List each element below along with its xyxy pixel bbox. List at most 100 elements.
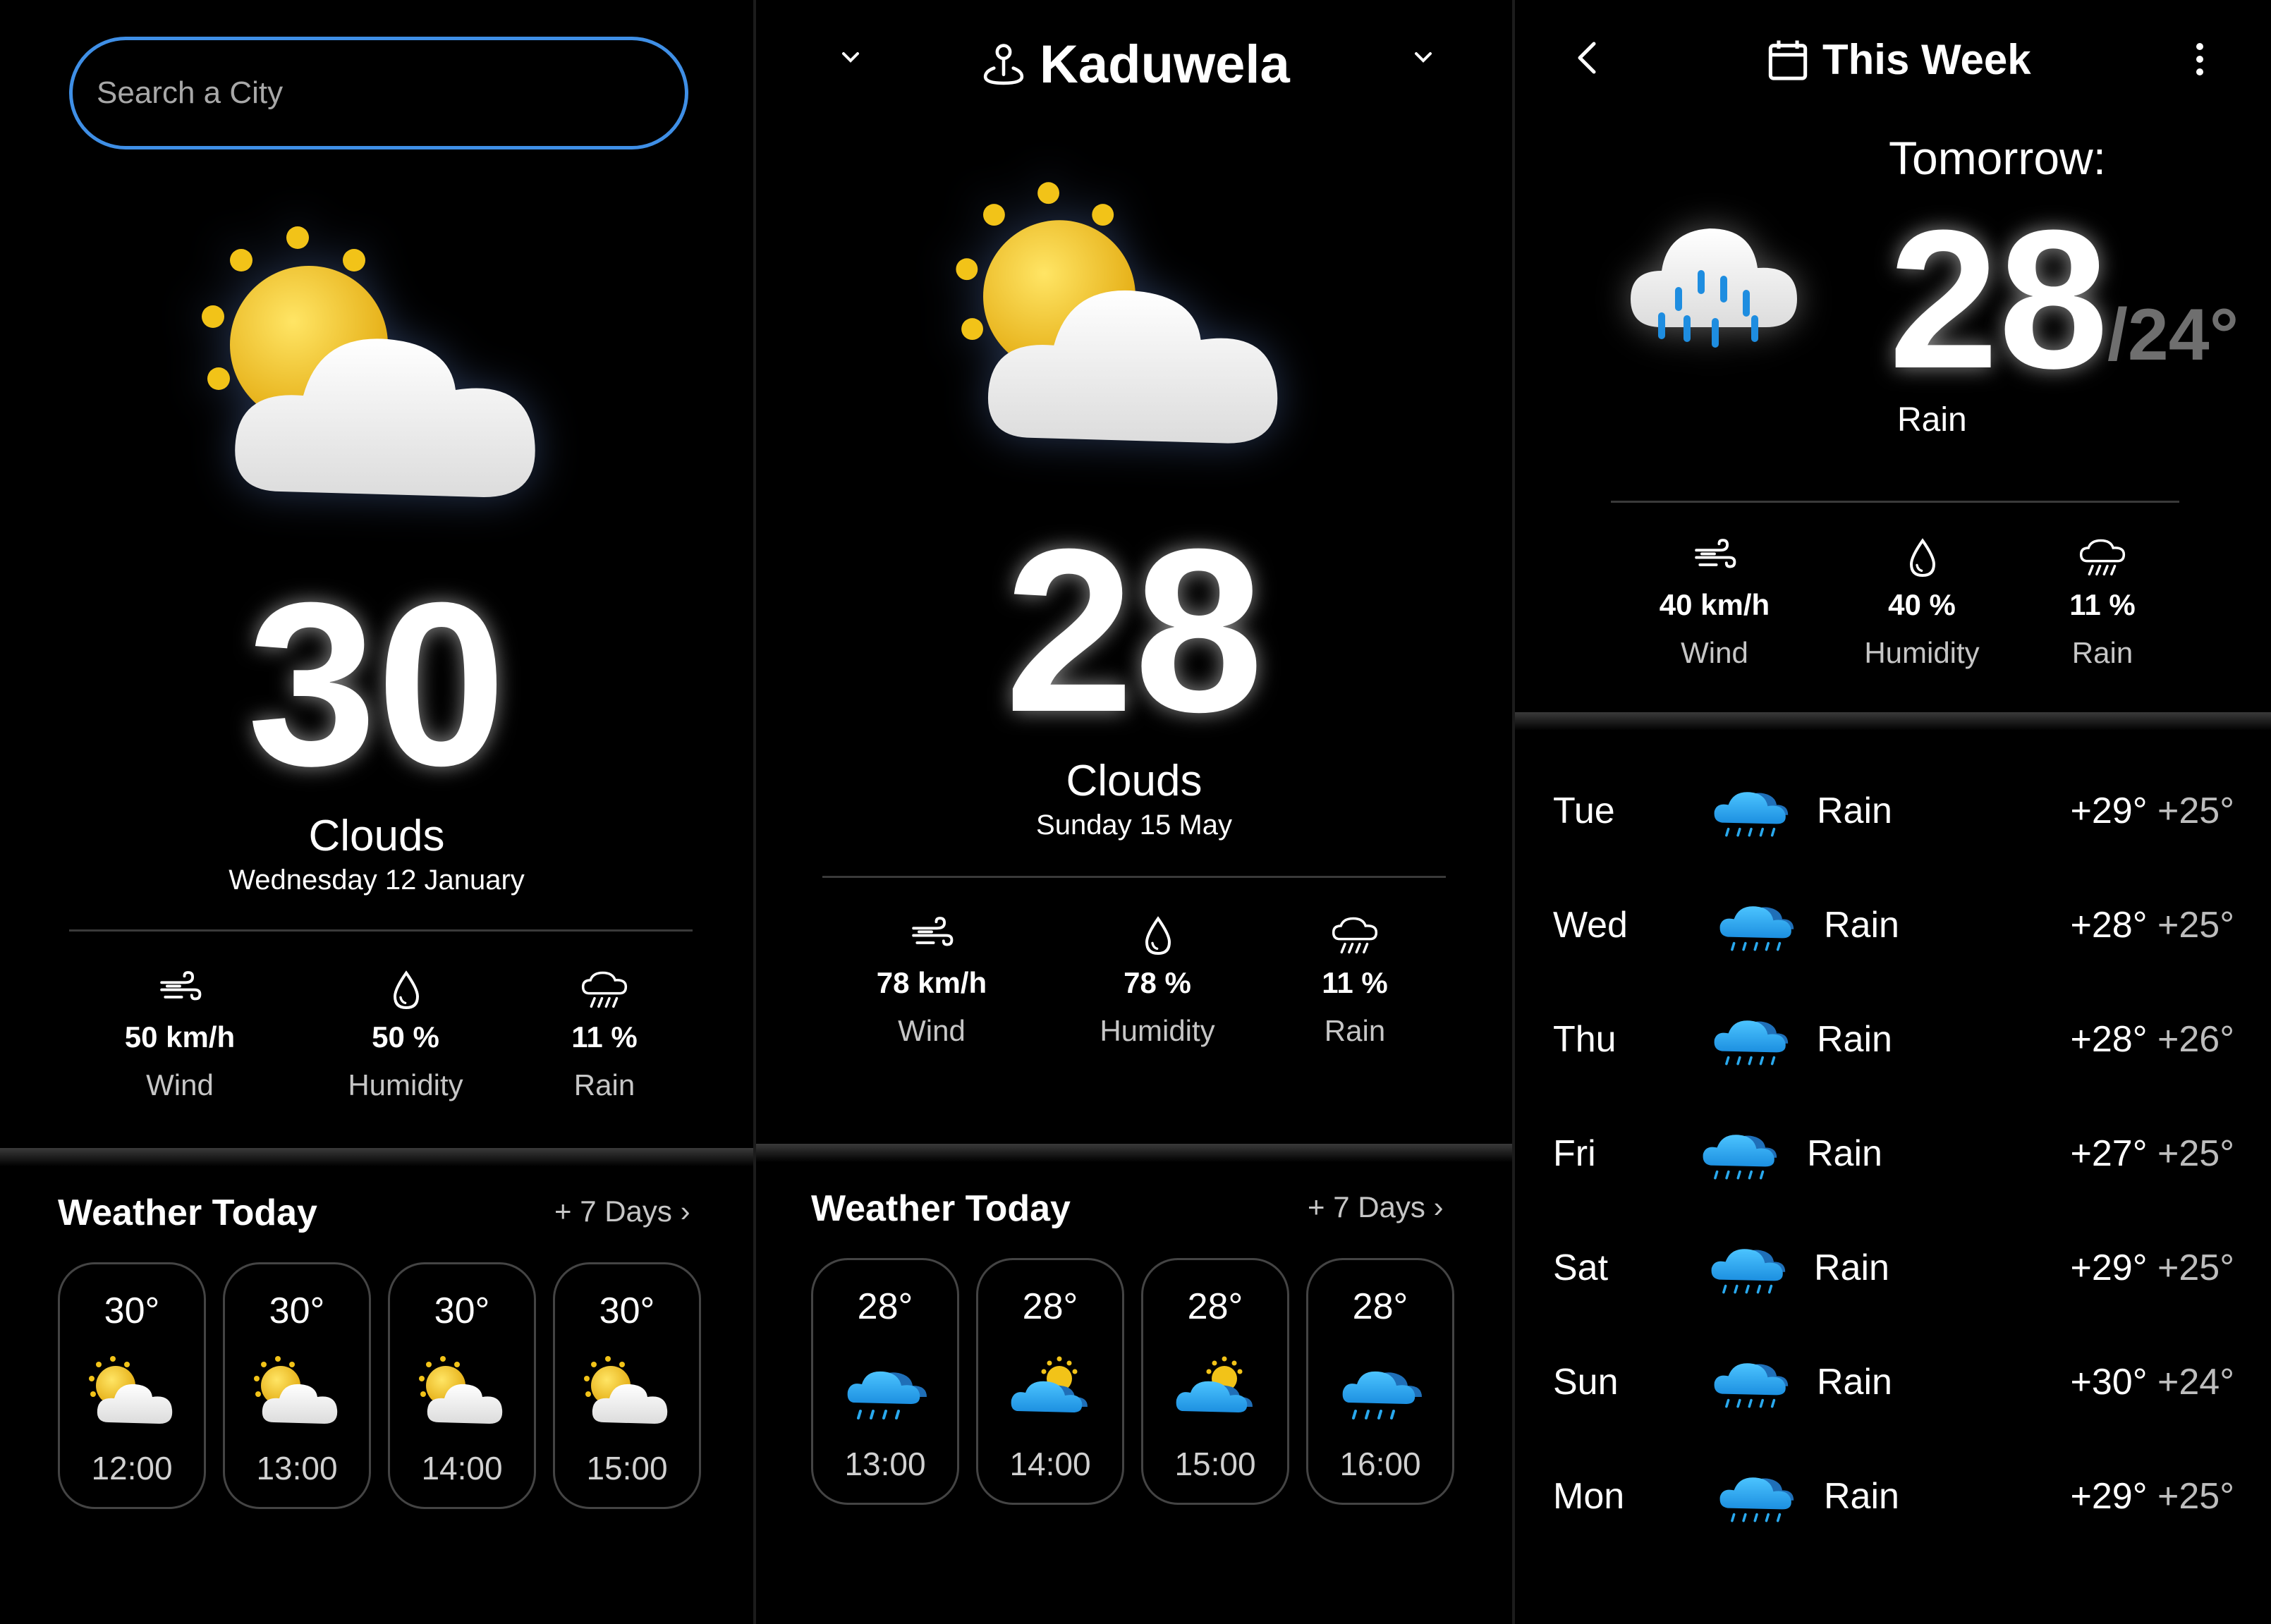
tomorrow-condition: Rain (1897, 401, 1967, 439)
humidity-label: Humidity (1864, 636, 1980, 669)
row-temps: +29° +25° (2071, 1475, 2234, 1518)
row-condition: Rain (1824, 905, 1899, 946)
hourly-card[interactable]: 30° 15:00 (553, 1262, 701, 1509)
rain-icon (839, 1349, 938, 1427)
humidity-value: 78 % (1124, 966, 1191, 999)
wind-icon (158, 970, 202, 1006)
hourly-temp: 28° (1352, 1286, 1408, 1327)
hourly-time: 13:00 (256, 1450, 338, 1486)
rain-cloud-icon (580, 970, 629, 1011)
hourly-time: 16:00 (1339, 1446, 1421, 1482)
hourly-time: 15:00 (1174, 1446, 1256, 1482)
rain-icon (1712, 1461, 1801, 1525)
location-header[interactable]: Kaduwela (982, 28, 1334, 99)
row-day: Thu (1553, 1019, 1617, 1060)
row-high: +28° (2070, 905, 2148, 946)
hourly-card[interactable]: 30° 12:00 (58, 1262, 206, 1509)
wind-label: Wind (1681, 636, 1748, 669)
week-row[interactable]: Sun Rain +30° +24° (1515, 1347, 2271, 1424)
chevron-down-icon[interactable] (834, 41, 867, 75)
week-row[interactable]: Mon Rain +29° +25° (1515, 1461, 2271, 1539)
hourly-time: 12:00 (91, 1450, 173, 1486)
row-temps: +28° +25° (2071, 904, 2234, 946)
week-row[interactable]: Tue Rain +29° +25° (1515, 776, 2271, 853)
rain-icon (1707, 1004, 1796, 1068)
seven-days-link[interactable]: + 7 Days › (554, 1195, 690, 1228)
divider (822, 876, 1446, 878)
panel-week: This Week Tomorrow: 28 /24° Rain 40 km/h… (1515, 0, 2271, 1624)
hourly-card[interactable]: 28° 13:00 (811, 1258, 959, 1505)
wind-label: Wind (898, 1014, 966, 1047)
hourly-temp: 30° (269, 1290, 325, 1331)
date-text: Wednesday 12 January (229, 865, 525, 896)
wind-label: Wind (146, 1068, 214, 1101)
row-low: +25° (2157, 790, 2234, 831)
hourly-card[interactable]: 30° 14:00 (388, 1262, 536, 1509)
rain-icon (1704, 1233, 1793, 1296)
droplet-icon (392, 970, 420, 1012)
row-day: Sun (1553, 1362, 1619, 1403)
back-arrow-icon[interactable] (1569, 35, 1608, 80)
row-high: +30° (2070, 1362, 2148, 1403)
rain-value: 11 % (2069, 588, 2136, 621)
rain-label: Rain (1324, 1014, 1386, 1047)
hourly-card[interactable]: 30° 13:00 (223, 1262, 371, 1509)
search-input[interactable]: Search a City (69, 37, 688, 149)
partly-cloudy-icon (581, 1353, 680, 1431)
rain-icon (1712, 890, 1801, 953)
week-row[interactable]: Sat Rain +29° +25° (1515, 1233, 2271, 1310)
chevron-right-icon: › (680, 1195, 690, 1228)
hourly-card[interactable]: 28° 16:00 (1306, 1258, 1454, 1505)
tomorrow-temperature: 28 (1889, 190, 2109, 410)
wind-icon (1693, 537, 1736, 574)
hourly-time: 13:00 (844, 1446, 926, 1482)
chevron-down-icon[interactable] (1406, 41, 1440, 75)
rain-cloud-icon (2078, 537, 2127, 578)
divider (1611, 501, 2179, 503)
humidity-label: Humidity (1100, 1014, 1215, 1047)
droplet-icon (1144, 915, 1172, 958)
wind-icon (910, 915, 954, 952)
wind-value: 50 km/h (124, 1020, 236, 1054)
condition-text: Clouds (1066, 757, 1203, 805)
wind-value: 40 km/h (1659, 588, 1770, 621)
rain-label: Rain (2071, 636, 2133, 669)
hourly-card[interactable]: 28° 14:00 (976, 1258, 1124, 1505)
condition-text: Clouds (308, 812, 445, 860)
current-temperature: 30 (247, 554, 506, 814)
sun-cloud-icon (1004, 1349, 1103, 1427)
row-low: +25° (2157, 905, 2234, 946)
week-row[interactable]: Wed Rain +28° +25° (1515, 890, 2271, 967)
rain-cloud-hero-icon (1631, 228, 1797, 348)
row-high: +29° (2070, 1247, 2148, 1288)
week-row[interactable]: Thu Rain +28° +26° (1515, 1004, 2271, 1082)
row-day: Tue (1553, 790, 1615, 831)
more-vert-icon[interactable] (2189, 38, 2210, 80)
hourly-temp: 30° (599, 1290, 655, 1331)
row-condition: Rain (1817, 790, 1892, 831)
sheet-edge (756, 1144, 1512, 1162)
hourly-temp: 28° (1187, 1286, 1243, 1327)
chevron-right-icon: › (1433, 1190, 1444, 1223)
sheet-edge (1515, 712, 2271, 731)
humidity-label: Humidity (348, 1068, 463, 1101)
hourly-temp: 28° (857, 1286, 913, 1327)
row-condition: Rain (1824, 1476, 1899, 1517)
rain-value: 11 % (571, 1020, 638, 1054)
week-title: This Week (1822, 36, 2031, 83)
location-pin-icon (983, 44, 1024, 85)
hourly-time: 14:00 (1009, 1446, 1091, 1482)
row-temps: +29° +25° (2071, 1247, 2234, 1289)
row-day: Sat (1553, 1247, 1609, 1288)
hourly-card[interactable]: 28° 15:00 (1141, 1258, 1289, 1505)
panel-location: Kaduwela 28 Clouds Sunday 15 May 78 km/h… (756, 0, 1512, 1624)
sheet-edge (0, 1148, 753, 1166)
week-row[interactable]: Fri Rain +27° +25° (1515, 1118, 2271, 1196)
row-temps: +28° +26° (2071, 1018, 2234, 1061)
row-temps: +29° +25° (2071, 790, 2234, 832)
hourly-temp: 30° (104, 1290, 160, 1331)
rain-cloud-icon (1330, 915, 1380, 956)
seven-days-link[interactable]: + 7 Days › (1308, 1190, 1444, 1224)
row-low: +25° (2157, 1476, 2234, 1517)
partly-cloudy-icon (416, 1353, 515, 1431)
